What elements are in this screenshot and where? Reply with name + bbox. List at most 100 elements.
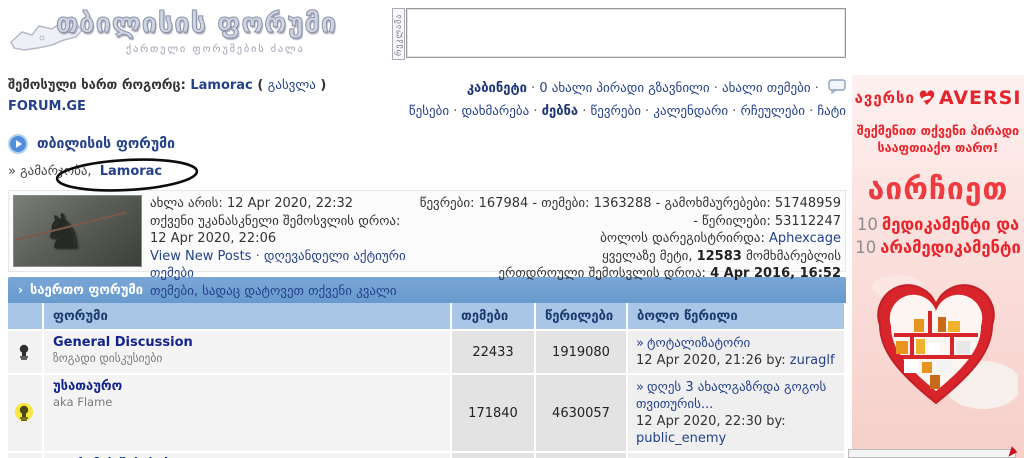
section-title: საერთო ფორუმი (29, 282, 144, 298)
top-banner-area: რეკლამა (392, 8, 846, 60)
collapse-toggle-icon[interactable] (8, 134, 28, 154)
nav-members[interactable]: წევრები (591, 104, 654, 119)
topics-count: 13994 (452, 453, 536, 458)
logo-title: თბილისის ფორუმი (55, 8, 338, 40)
ad-offer-2: 10 არამედიკამენტი (852, 236, 1024, 259)
ad-tagline-line1: შექმენით თქვენი პირადი (856, 123, 1020, 138)
nav-chat[interactable]: ჩატი (817, 104, 846, 119)
user-column: შემოსული ხართ როგორც: Lamorac ( გასვლა )… (8, 78, 326, 122)
chat-bubble-icon[interactable] (828, 79, 846, 101)
my-trail-line: თემები, სადაც დატოვეთ თქვენი კვალი (150, 283, 415, 301)
header-forum: ფორუმი (44, 303, 452, 331)
ad-cta: აირჩიეთ (867, 172, 1009, 207)
aversi-name-georgian: ავერსი (854, 89, 915, 107)
aversi-name-latin: AVERSI (938, 87, 1022, 109)
record-date: 4 Apr 2016, 16:52 (710, 266, 841, 281)
logout-paren-close: ) (320, 78, 327, 93)
header-last-post: ბოლო წერილი (628, 303, 846, 331)
nav-cabinet[interactable]: კაბინეტი (467, 81, 540, 96)
last-post-title-line: » ტოტალიზატორი (636, 335, 836, 352)
record-prefix: ყველაზე მეტი, (602, 248, 693, 264)
record-line2-label: ერთდროული შემოსვლის დროა: (498, 266, 706, 281)
my-trail-link[interactable]: თემები, სადაც დატოვეთ თქვენი კვალი (150, 284, 397, 299)
last-visit: თქვენი უკანასკნელი შემოსვლის დროა: 12 Ap… (150, 213, 401, 247)
forum-table: ფორუმი თემები წერილები ბოლო წერილი Gener… (8, 303, 846, 458)
aversi-logo: ავერსი ♥ AVERSI (852, 87, 1024, 109)
nav-column: კაბინეტი0 ახალი პირადი გზავნილიახალი თემ… (409, 78, 846, 122)
record-online-line-2: ერთდროული შემოსვლის დროა: 4 Apr 2016, 16… (415, 265, 841, 283)
last-post-meta-line: 12 Apr 2020, 22:30 by: public_enemy (636, 413, 836, 447)
site-link-line: FORUM.GE (8, 99, 326, 114)
ad-offer-1: 10 მედიკამენტი და (852, 213, 1024, 236)
forum-lamp-lit-icon (15, 403, 33, 422)
ad-tagline-line2: სააფთიაქო თარო! (877, 140, 999, 155)
last-post-arrow: » (636, 380, 644, 395)
site-logo[interactable]: თბილისის ფორუმი ქართული ფორუმების ძალა (8, 6, 337, 66)
header: თბილისის ფორუმი ქართული ფორუმების ძალა რ… (8, 6, 846, 68)
last-post-user-link[interactable]: public_enemy (636, 431, 726, 446)
last-post-cell: » დღეს 3 ახალგაზრდა გოგოს თვითურის... 12 … (628, 375, 846, 453)
nav-favorites[interactable]: რჩეულები (741, 104, 818, 119)
nav-rules[interactable]: წესები (409, 104, 462, 119)
heart-shelf-illustration (872, 275, 1021, 409)
header-topics: თემები (452, 303, 536, 331)
last-post-link[interactable]: ტოტალიზატორი (647, 336, 750, 351)
knight-image: ♞ (13, 195, 142, 267)
section-arrow-icon: › (18, 283, 23, 297)
last-post-cell: » ტოტალიზატორი 12 Apr 2020, 21:26 by: zur… (628, 331, 846, 375)
forum-status-cell (8, 375, 44, 453)
posts-count: 364744 (536, 453, 628, 458)
last-post-link[interactable]: დღეს 3 ახალგაზრდა გოგოს თვითურის... (636, 380, 826, 412)
logo-subtitle: ქართული ფორუმების ძალა (126, 44, 305, 55)
forum-name-link[interactable]: უსათაურო (53, 379, 441, 394)
time-now: ახლა არის: 12 Apr 2020, 22:32 (150, 196, 354, 211)
nav-help[interactable]: დახმარება (461, 104, 541, 119)
forum-name-link[interactable]: General Discussion (53, 335, 441, 350)
record-mid: მომხმარებლის (745, 248, 841, 264)
last-post-arrow: » (636, 336, 644, 351)
nav-search[interactable]: ძებნა (542, 104, 591, 119)
nav-line-2: წესებიდახმარებაძებნაწევრებიკალენდარირჩეუ… (409, 101, 846, 122)
posts-count: 1919080 (536, 331, 628, 375)
logged-in-prefix: შემოსული ხართ როგორც: (8, 78, 186, 93)
forum-ge-link[interactable]: FORUM.GE (8, 99, 86, 114)
offer2-number: 10 (855, 238, 877, 257)
last-post-date: 12 Apr 2020, 22:30 by: (636, 414, 786, 429)
breadcrumb-username-link[interactable]: Lamorac (100, 164, 162, 179)
aversi-heart-icon: ♥ (918, 88, 936, 108)
topics-count: 171840 (452, 375, 536, 453)
breadcrumb-greeting: » გამარჯობა, (8, 164, 92, 179)
last-post-title-line: » დღეს 3 ახალგაზრდა გოგოს თვითურის... (636, 379, 836, 413)
session-column: ახლა არის: 12 Apr 2020, 22:32 თქვენი უკა… (150, 195, 415, 299)
posts-count: 4630057 (536, 375, 628, 453)
newest-member-link[interactable]: Aphexcage (769, 231, 841, 246)
last-post-user-link[interactable]: zuraglf (790, 353, 835, 368)
view-new-posts-link[interactable]: View New Posts (150, 249, 251, 264)
logout-link[interactable]: გასვლა (268, 78, 316, 93)
forum-home-row: თბილისის ფორუმი (8, 134, 846, 154)
last-post-date: 12 Apr 2020, 21:26 by: (636, 353, 786, 368)
user-nav-row: შემოსული ხართ როგორც: Lamorac ( გასვლა )… (8, 78, 846, 122)
session-links-line: View New Posts · დღევანდელი აქტიური თემე… (150, 248, 415, 283)
last-post-cell: »7 თვიანი ბანი მადევს? :lol: 12 Apr 2020… (628, 453, 846, 458)
forum-cell: General Discussion ზოგადი დისკუსიები (44, 331, 452, 375)
record-online-line-1: ყველაზე მეტი, 12583 მომხმარებლის (415, 248, 841, 266)
last-post-meta-line: 12 Apr 2020, 21:26 by: zuraglf (636, 352, 836, 369)
nav-private-messages[interactable]: 0 ახალი პირადი გზავნილი (539, 81, 722, 96)
record-count: 12583 (696, 248, 742, 264)
ad-scrollbar[interactable] (848, 449, 1016, 458)
forum-status-cell (8, 453, 44, 458)
forum-cell: ფორუმის შესახებ თქვენი შეკითხვები და წინ… (44, 453, 452, 458)
username-link[interactable]: Lamorac (190, 78, 252, 93)
forum-status-cell (8, 331, 44, 375)
header-posts: წერილები (536, 303, 628, 331)
dot-separator: · (255, 248, 260, 264)
banner-ad-slot[interactable] (406, 8, 846, 58)
nav-calendar[interactable]: კალენდარი (653, 104, 740, 119)
nav-new-topics[interactable]: ახალი თემები (722, 81, 823, 96)
ad-tagline: შექმენით თქვენი პირადი სააფთიაქო თარო! (852, 122, 1024, 156)
aversi-ad[interactable]: ავერსი ♥ AVERSI შექმენით თქვენი პირადი ს… (852, 75, 1024, 458)
forum-home-link[interactable]: თბილისის ფორუმი (37, 136, 175, 152)
forum-lamp-icon (17, 343, 33, 361)
forum-cell: უსათაურო aka Flame (44, 375, 452, 453)
